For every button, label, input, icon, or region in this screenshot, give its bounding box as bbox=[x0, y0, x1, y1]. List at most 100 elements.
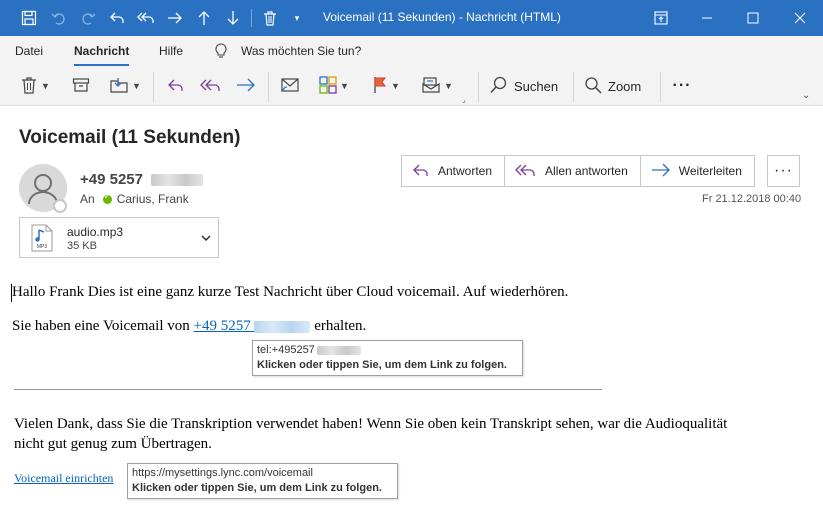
ribbon-forward-button[interactable] bbox=[233, 74, 259, 98]
tooltip-hint: Klicken oder tippen Sie, um dem Link zu … bbox=[257, 359, 507, 371]
attachment-card[interactable]: MP3 audio.mp3 35 KB bbox=[19, 217, 219, 258]
reply-all-label: Allen antworten bbox=[545, 164, 628, 178]
menu-hilfe[interactable]: Hilfe bbox=[159, 44, 183, 58]
flag-icon bbox=[372, 76, 388, 97]
horizontal-rule bbox=[14, 389, 602, 390]
zoom-label: Zoom bbox=[608, 78, 642, 94]
redacted-number bbox=[254, 320, 311, 333]
menu-nachricht[interactable]: Nachricht bbox=[74, 44, 130, 66]
chevron-down-icon: ▼ bbox=[132, 81, 141, 91]
ribbon-separator bbox=[478, 72, 479, 102]
reply-icon bbox=[412, 162, 438, 181]
redo-icon[interactable] bbox=[78, 8, 98, 28]
voicemail-setup-link[interactable]: Voicemail einrichten bbox=[14, 471, 113, 485]
presence-status-icon bbox=[53, 199, 67, 213]
body-greeting: Hallo Frank Dies ist eine ganz kurze Tes… bbox=[12, 284, 569, 300]
forward-label: Weiterleiten bbox=[678, 164, 742, 178]
recipient-name[interactable]: Carius, Frank bbox=[117, 192, 189, 206]
envelope-open-icon bbox=[421, 76, 441, 97]
ribbon-separator bbox=[660, 72, 661, 102]
body-voicemail-line: Sie haben eine Voicemail von +49 5257 er… bbox=[12, 318, 366, 335]
chevron-down-icon: ▼ bbox=[391, 81, 400, 91]
recipient-row: An Carius, Frank bbox=[80, 192, 189, 207]
setup-link-tooltip: https://mysettings.lync.com/voicemail Kl… bbox=[127, 463, 398, 499]
zoom-button[interactable]: Zoom bbox=[584, 74, 652, 98]
ribbon-separator bbox=[268, 72, 269, 102]
tooltip-url: tel:+495257 bbox=[257, 344, 315, 356]
dialog-launcher-icon[interactable]: ⌟ bbox=[462, 95, 466, 104]
move-button[interactable]: ▼ bbox=[104, 74, 146, 98]
reply-button[interactable]: Antworten bbox=[402, 156, 506, 186]
reply-icon bbox=[167, 77, 185, 96]
caller-phone-link[interactable]: +49 5257 bbox=[194, 318, 311, 334]
read-unread-button[interactable]: ▼ bbox=[416, 74, 458, 98]
forward-icon[interactable] bbox=[165, 8, 185, 28]
ribbon: ▼ ▼ ▼ ▼ ▼ ⌟ Suchen Zoom ··· ⌄ bbox=[0, 66, 823, 106]
redacted-number bbox=[151, 174, 204, 187]
arrow-down-icon[interactable] bbox=[223, 8, 243, 28]
phone-link-tooltip: tel:+495257 Klicken oder tippen Sie, um … bbox=[252, 340, 523, 376]
maximize-icon[interactable] bbox=[730, 0, 776, 36]
minimize-icon[interactable] bbox=[684, 0, 730, 36]
voicemail-setup-link-wrapper: Voicemail einrichten bbox=[14, 471, 113, 486]
chevron-down-icon[interactable] bbox=[200, 232, 212, 247]
message-date: Fr 21.12.2018 00:40 bbox=[702, 193, 802, 205]
chevron-down-icon: ▼ bbox=[444, 81, 453, 91]
close-icon[interactable] bbox=[777, 0, 823, 36]
reply-icon[interactable] bbox=[107, 8, 127, 28]
ribbon-reply-all-button[interactable] bbox=[197, 74, 225, 98]
collapse-ribbon-icon[interactable]: ⌄ bbox=[802, 90, 810, 101]
attachment-name: audio.mp3 bbox=[67, 225, 124, 239]
tooltip-url-row: tel:+495257 bbox=[257, 343, 518, 358]
trash-icon bbox=[20, 76, 38, 97]
ribbon-separator bbox=[153, 72, 154, 102]
body-thanks-line1: Vielen Dank, dass Sie die Transkription … bbox=[14, 416, 728, 432]
menu-bar: Datei Nachricht Hilfe Was möchten Sie tu… bbox=[0, 36, 823, 66]
save-icon[interactable] bbox=[19, 8, 39, 28]
ribbon-separator bbox=[573, 72, 574, 102]
caller-phone-number: +49 5257 bbox=[193, 318, 251, 334]
available-status-icon bbox=[102, 192, 112, 204]
follow-up-button[interactable]: ▼ bbox=[365, 74, 407, 98]
zoom-icon bbox=[584, 76, 602, 97]
more-actions-button[interactable]: ··· bbox=[767, 155, 800, 187]
reply-all-icon bbox=[200, 77, 222, 96]
archive-icon bbox=[72, 76, 90, 97]
voicemail-line-suffix: erhalten. bbox=[310, 318, 367, 334]
ribbon-display-icon[interactable] bbox=[638, 0, 684, 36]
undo-icon[interactable] bbox=[49, 8, 69, 28]
reply-all-button[interactable]: Allen antworten bbox=[505, 156, 641, 186]
menu-datei[interactable]: Datei bbox=[15, 44, 43, 58]
ribbon-reply-button[interactable] bbox=[163, 74, 189, 98]
title-bar: ▾ Voicemail (11 Sekunden) - Nachricht (H… bbox=[0, 0, 823, 36]
lightbulb-icon bbox=[214, 43, 228, 62]
to-label: An bbox=[80, 192, 95, 206]
delete-icon[interactable] bbox=[260, 8, 280, 28]
respond-meeting-button[interactable] bbox=[277, 74, 303, 98]
forward-icon bbox=[651, 162, 679, 181]
delete-button[interactable]: ▼ bbox=[12, 74, 58, 98]
tooltip-url: https://mysettings.lync.com/voicemail bbox=[132, 467, 313, 479]
forward-button[interactable]: Weiterleiten bbox=[641, 156, 754, 186]
chevron-down-icon: ▼ bbox=[340, 81, 349, 91]
arrow-up-icon[interactable] bbox=[194, 8, 214, 28]
reply-label: Antworten bbox=[438, 164, 493, 178]
redacted-number bbox=[316, 345, 361, 355]
tell-me-input[interactable]: Was möchten Sie tun? bbox=[241, 44, 361, 58]
voicemail-line-prefix: Sie haben eine Voicemail von bbox=[12, 318, 194, 334]
attachment-size: 35 KB bbox=[67, 240, 97, 252]
search-label: Suchen bbox=[514, 78, 559, 94]
reply-all-icon[interactable] bbox=[136, 8, 156, 28]
more-commands-button[interactable]: ··· bbox=[668, 74, 696, 98]
sender-name[interactable]: +49 5257 bbox=[80, 171, 204, 188]
archive-button[interactable] bbox=[68, 74, 94, 98]
categorize-button[interactable]: ▼ bbox=[313, 74, 355, 98]
body-thanks-line2: nicht gut genug zum Übertragen. bbox=[14, 436, 212, 452]
envelope-reply-icon bbox=[280, 76, 300, 97]
search-button[interactable]: Suchen bbox=[490, 74, 564, 98]
tooltip-hint: Klicken oder tippen Sie, um dem Link zu … bbox=[132, 482, 382, 494]
customize-quick-access-icon[interactable]: ▾ bbox=[287, 8, 307, 28]
toolbar-separator bbox=[251, 9, 252, 27]
message-subject: Voicemail (11 Sekunden) bbox=[19, 127, 241, 148]
mp3-file-icon: MP3 bbox=[30, 224, 54, 255]
